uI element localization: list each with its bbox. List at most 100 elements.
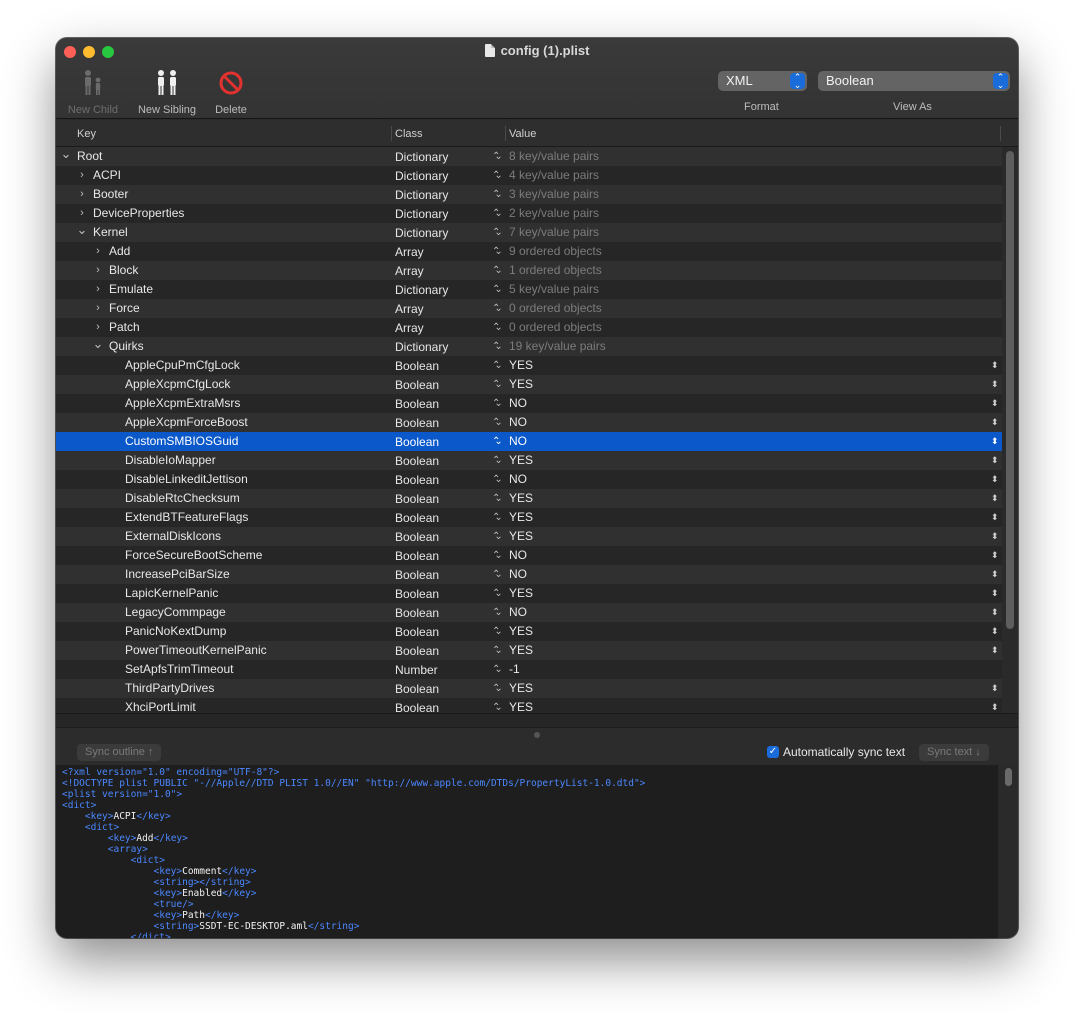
value-popup-chevron-icon[interactable]: ⬍ [991, 679, 999, 698]
row-class[interactable]: Boolean [395, 433, 439, 452]
disclosure-closed-icon[interactable]: › [92, 242, 104, 261]
row-value[interactable]: YES [509, 584, 533, 603]
outline-row[interactable]: AppleXcpmCfgLock Boolean ⌃⌄ YES ⬍ [56, 375, 1002, 394]
class-stepper-icon[interactable]: ⌃⌄ [492, 698, 502, 713]
row-value[interactable]: NO [509, 432, 527, 451]
class-stepper-icon[interactable]: ⌃⌄ [492, 318, 502, 337]
column-header-class[interactable]: Class [395, 128, 423, 140]
class-stepper-icon[interactable]: ⌃⌄ [492, 432, 502, 451]
class-stepper-icon[interactable]: ⌃⌄ [492, 185, 502, 204]
class-stepper-icon[interactable]: ⌃⌄ [492, 679, 502, 698]
value-popup-chevron-icon[interactable]: ⬍ [991, 394, 999, 413]
row-class[interactable]: Array [395, 262, 424, 281]
class-stepper-icon[interactable]: ⌃⌄ [492, 394, 502, 413]
value-popup-chevron-icon[interactable]: ⬍ [991, 508, 999, 527]
outline-row[interactable]: ThirdPartyDrives Boolean ⌃⌄ YES ⬍ [56, 679, 1002, 698]
outline-row[interactable]: › DeviceProperties Dictionary ⌃⌄ 2 key/value… [56, 204, 1002, 223]
class-stepper-icon[interactable]: ⌃⌄ [492, 166, 502, 185]
row-value[interactable]: YES [509, 622, 533, 641]
row-value[interactable]: NO [509, 565, 527, 584]
text-scrollbar[interactable] [998, 765, 1018, 938]
row-key[interactable]: ExtendBTFeatureFlags [125, 508, 248, 527]
outline-row[interactable]: ExternalDiskIcons Boolean ⌃⌄ YES ⬍ [56, 527, 1002, 546]
class-stepper-icon[interactable]: ⌃⌄ [492, 508, 502, 527]
row-class[interactable]: Boolean [395, 357, 439, 376]
outline-row[interactable]: DisableIoMapper Boolean ⌃⌄ YES ⬍ [56, 451, 1002, 470]
class-stepper-icon[interactable]: ⌃⌄ [492, 242, 502, 261]
disclosure-closed-icon[interactable]: › [76, 166, 88, 185]
column-divider[interactable] [391, 126, 392, 141]
format-popup[interactable]: XML ⌃ ⌄ [718, 71, 807, 91]
outline-row[interactable]: › Emulate Dictionary ⌃⌄ 5 key/value pairs [56, 280, 1002, 299]
row-value[interactable]: NO [509, 546, 527, 565]
row-key[interactable]: Quirks [109, 337, 144, 356]
outline-row[interactable]: AppleXcpmExtraMsrs Boolean ⌃⌄ NO ⬍ [56, 394, 1002, 413]
value-popup-chevron-icon[interactable]: ⬍ [991, 546, 999, 565]
class-stepper-icon[interactable]: ⌃⌄ [492, 470, 502, 489]
row-class[interactable]: Boolean [395, 376, 439, 395]
auto-sync-label[interactable]: Automatically sync text [783, 745, 905, 759]
class-stepper-icon[interactable]: ⌃⌄ [492, 147, 502, 166]
column-divider[interactable] [1000, 126, 1001, 141]
row-key[interactable]: Emulate [109, 280, 153, 299]
row-class[interactable]: Boolean [395, 490, 439, 509]
row-class[interactable]: Boolean [395, 566, 439, 585]
row-value[interactable]: YES [509, 527, 533, 546]
row-key[interactable]: DisableLinkeditJettison [125, 470, 248, 489]
row-key[interactable]: Add [109, 242, 130, 261]
class-stepper-icon[interactable]: ⌃⌄ [492, 641, 502, 660]
row-value[interactable]: -1 [509, 660, 520, 679]
sync-outline-button[interactable]: Sync outline ↑ [77, 744, 162, 761]
class-stepper-icon[interactable]: ⌃⌄ [492, 204, 502, 223]
class-stepper-icon[interactable]: ⌃⌄ [492, 489, 502, 508]
row-key[interactable]: PanicNoKextDump [125, 622, 226, 641]
row-key[interactable]: Block [109, 261, 138, 280]
row-class[interactable]: Boolean [395, 395, 439, 414]
class-stepper-icon[interactable]: ⌃⌄ [492, 223, 502, 242]
outline-row[interactable]: PanicNoKextDump Boolean ⌃⌄ YES ⬍ [56, 622, 1002, 641]
row-value[interactable]: YES [509, 375, 533, 394]
row-class[interactable]: Boolean [395, 528, 439, 547]
row-key[interactable]: Root [77, 147, 102, 166]
row-value[interactable]: YES [509, 679, 533, 698]
sync-text-button[interactable]: Sync text ↓ [919, 744, 989, 761]
class-stepper-icon[interactable]: ⌃⌄ [492, 280, 502, 299]
row-value[interactable]: YES [509, 489, 533, 508]
auto-sync-checkbox[interactable]: ✓ [767, 746, 779, 758]
disclosure-closed-icon[interactable]: › [92, 299, 104, 318]
row-class[interactable]: Boolean [395, 414, 439, 433]
class-stepper-icon[interactable]: ⌃⌄ [492, 375, 502, 394]
row-class[interactable]: Boolean [395, 471, 439, 490]
class-stepper-icon[interactable]: ⌃⌄ [492, 584, 502, 603]
row-key[interactable]: ACPI [93, 166, 121, 185]
row-key[interactable]: AppleCpuPmCfgLock [125, 356, 240, 375]
value-popup-chevron-icon[interactable]: ⬍ [991, 375, 999, 394]
class-stepper-icon[interactable]: ⌃⌄ [492, 660, 502, 679]
row-value[interactable]: NO [509, 413, 527, 432]
value-popup-chevron-icon[interactable]: ⬍ [991, 565, 999, 584]
value-popup-chevron-icon[interactable]: ⬍ [991, 527, 999, 546]
outline-row[interactable]: ForceSecureBootScheme Boolean ⌃⌄ NO ⬍ [56, 546, 1002, 565]
outline-row[interactable]: › Patch Array ⌃⌄ 0 ordered objects [56, 318, 1002, 337]
value-popup-chevron-icon[interactable]: ⬍ [991, 603, 999, 622]
outline-row[interactable]: SetApfsTrimTimeout Number ⌃⌄ -1 [56, 660, 1002, 679]
value-popup-chevron-icon[interactable]: ⬍ [991, 698, 999, 713]
outline-row[interactable]: AppleCpuPmCfgLock Boolean ⌃⌄ YES ⬍ [56, 356, 1002, 375]
row-value[interactable]: YES [509, 641, 533, 660]
row-class[interactable]: Boolean [395, 680, 439, 699]
row-class[interactable]: Boolean [395, 547, 439, 566]
outline-scroll-thumb[interactable] [1006, 151, 1014, 629]
row-class[interactable]: Boolean [395, 509, 439, 528]
disclosure-closed-icon[interactable]: › [76, 185, 88, 204]
row-key[interactable]: Force [109, 299, 140, 318]
row-key[interactable]: LapicKernelPanic [125, 584, 218, 603]
row-class[interactable]: Boolean [395, 604, 439, 623]
row-class[interactable]: Dictionary [395, 148, 448, 167]
outline-row[interactable]: › Block Array ⌃⌄ 1 ordered objects [56, 261, 1002, 280]
row-key[interactable]: DisableRtcChecksum [125, 489, 240, 508]
row-key[interactable]: Booter [93, 185, 128, 204]
column-divider[interactable] [505, 126, 506, 141]
outline-row[interactable]: CustomSMBIOSGuid Boolean ⌃⌄ NO ⬍ [56, 432, 1002, 451]
row-class[interactable]: Dictionary [395, 186, 448, 205]
disclosure-open-icon[interactable]: ⌄ [92, 334, 104, 353]
